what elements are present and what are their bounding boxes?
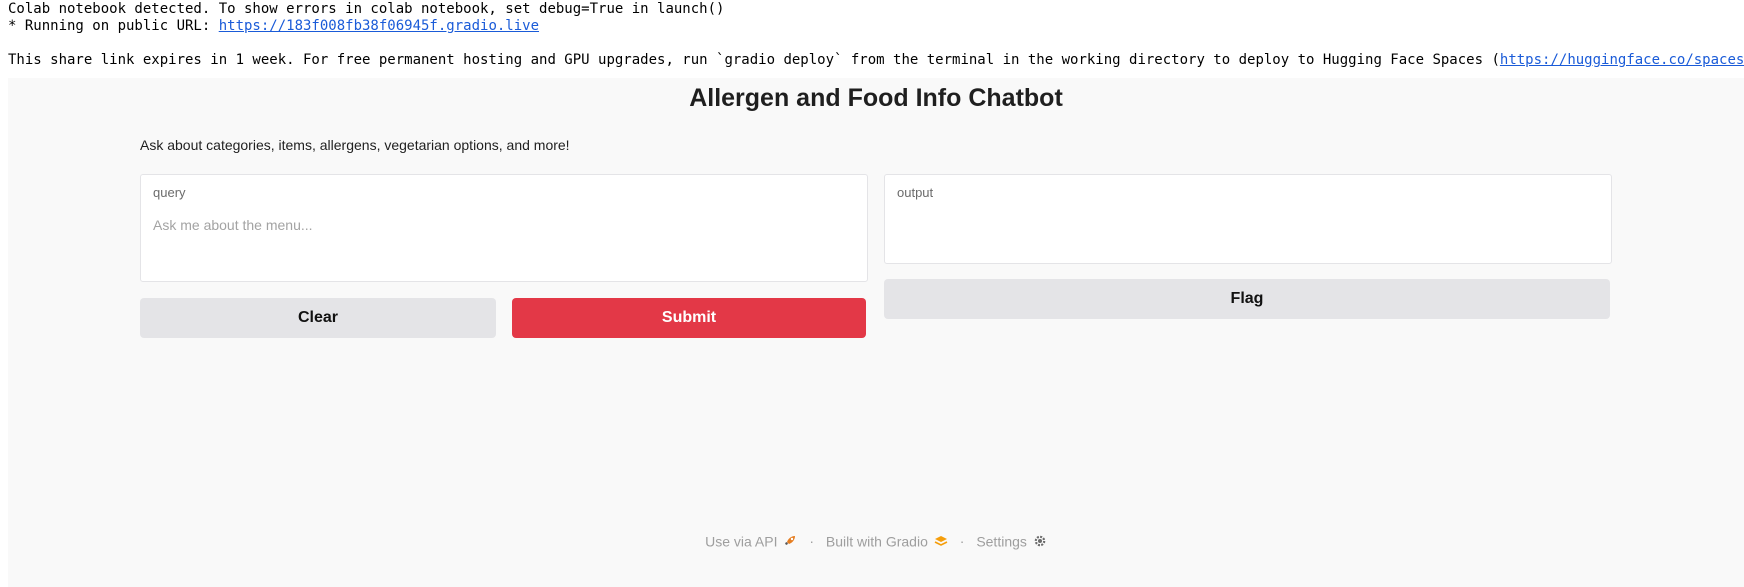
submit-button[interactable]: Submit — [512, 298, 866, 338]
output-block: output — [884, 174, 1612, 264]
output-label: output — [897, 185, 934, 200]
use-via-api-link[interactable]: Use via API — [705, 532, 797, 550]
clear-button[interactable]: Clear — [140, 298, 496, 338]
settings-link[interactable]: Settings — [976, 532, 1047, 550]
console-line-public-url: * Running on public URL: https://183f008… — [8, 17, 539, 35]
built-with-gradio-link[interactable]: Built with Gradio — [825, 532, 948, 550]
settings-label: Settings — [976, 533, 1027, 550]
page-description: Ask about categories, items, allergens, … — [140, 137, 570, 153]
console-output: Colab notebook detected. To show errors … — [0, 0, 1744, 72]
gradio-logo-icon — [934, 536, 948, 547]
console-share-text: This share link expires in 1 week. For f… — [8, 52, 1500, 68]
footer-separator: · — [959, 533, 965, 550]
query-input[interactable] — [151, 215, 855, 259]
page-title: Allergen and Food Info Chatbot — [689, 84, 1063, 112]
flag-button[interactable]: Flag — [884, 279, 1610, 319]
console-line-colab: Colab notebook detected. To show errors … — [8, 1, 725, 17]
built-with-gradio-label: Built with Gradio — [825, 533, 928, 550]
footer-separator: · — [809, 533, 815, 550]
public-url-link[interactable]: https://183f008fb38f06945f.gradio.live — [219, 18, 539, 34]
footer: Use via API · Built with Gradio · Settin… — [8, 532, 1744, 549]
console-line-share-expiry: This share link expires in 1 week. For f… — [8, 51, 1744, 69]
use-via-api-label: Use via API — [705, 533, 778, 550]
query-block: query — [140, 174, 868, 282]
gradio-app: Allergen and Food Info Chatbot Ask about… — [8, 78, 1744, 587]
console-url-prefix: * Running on public URL: — [8, 18, 219, 34]
gear-icon — [1034, 535, 1046, 547]
rocket-icon — [785, 536, 796, 546]
query-label: query — [153, 185, 186, 200]
hf-spaces-link[interactable]: https://huggingface.co/spaces — [1500, 52, 1744, 68]
